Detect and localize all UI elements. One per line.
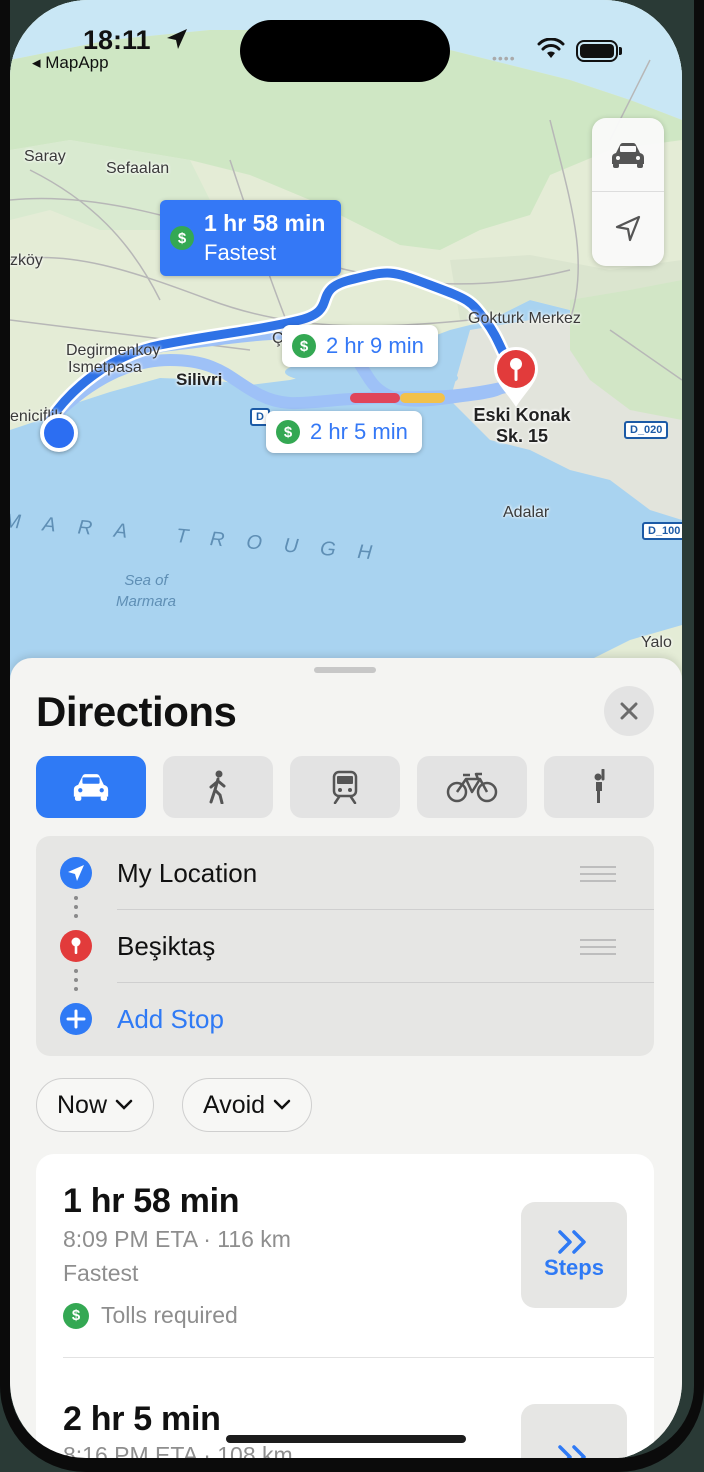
place-label: Saray [24,148,66,165]
pin-icon [60,930,92,962]
destination-pin-icon[interactable] [492,345,540,409]
place-label: Silivri [176,370,223,389]
map-mode-button[interactable] [592,118,664,191]
mode-drive-button[interactable] [36,756,146,818]
toll-icon: $ [292,334,316,358]
mode-ride-button[interactable] [544,756,654,818]
road-shield: D_020 [624,421,669,439]
mode-transit-button[interactable] [290,756,400,818]
location-arrow-icon [60,857,92,889]
cellular-signal-icon: •••• [492,50,516,66]
route-eta: 8:09 PM ETA · 116 km [63,1226,291,1252]
route-duration: 1 hr 58 min [63,1182,240,1220]
car-icon [612,142,644,168]
chevron-down-icon [273,1099,291,1110]
toll-notice: $ Tolls required [63,1302,238,1329]
route-option[interactable]: 2 hr 5 min 8:16 PM ETA · 108 km [36,1358,654,1460]
route-results: 1 hr 58 min 8:09 PM ETA · 116 km Fastest… [36,1154,654,1460]
train-icon [332,770,358,804]
transport-mode-selector [36,756,656,818]
wifi-icon [537,38,565,58]
route-callout-duration: 1 hr 58 min [204,210,326,236]
route-option[interactable]: 1 hr 58 min 8:09 PM ETA · 116 km Fastest… [36,1154,654,1354]
toll-icon: $ [63,1302,89,1329]
sheet-grabber[interactable] [314,667,376,673]
battery-icon [576,40,618,62]
map-view[interactable]: Saray Sefaalan zköy Degirmenkoy Ismetpas… [10,0,682,690]
destination-label: Eski Konak Sk. 15 [473,405,571,446]
dynamic-island [240,20,450,82]
steps-label: Steps [544,1255,604,1280]
map-controls [592,118,664,266]
add-stop-label: Add Stop [117,1004,224,1034]
place-label: Degirmenkoy [66,342,161,359]
waypoint-label: Beşiktaş [117,931,216,961]
location-services-icon [167,29,187,49]
route-callout-alt-2[interactable]: $ 2 hr 5 min [266,411,422,453]
toll-label: Tolls required [101,1302,238,1328]
route-callout-note: Fastest [204,240,277,265]
sea-label: Sea of Marmara [116,572,177,610]
status-time: 18:11 [83,25,151,55]
waypoints-list: My Location Beşiktaş Add Stop [36,836,654,1056]
add-stop-button[interactable]: Add Stop [36,982,654,1055]
toll-icon: $ [276,420,300,444]
location-arrow-icon [615,215,641,241]
route-callout-alt-1[interactable]: $ 2 hr 9 min [282,325,438,367]
mode-cycle-button[interactable] [417,756,527,818]
recenter-button[interactable] [592,192,664,265]
now-dropdown[interactable]: Now [36,1078,155,1132]
reorder-handle-icon[interactable] [580,866,616,887]
phone-screen: Saray Sefaalan zköy Degirmenkoy Ismetpas… [10,0,682,1460]
sheet-title: Directions [36,688,237,735]
place-label: Gokturk Merkez [468,310,581,327]
chevron-double-right-icon [558,1445,586,1460]
plus-icon [60,1003,92,1035]
route-duration: 2 hr 5 min [63,1400,221,1438]
chevron-double-right-icon [558,1230,586,1254]
route-callout-fastest[interactable]: $ 1 hr 58 min Fastest [160,200,342,276]
route-callout-duration: 2 hr 9 min [326,333,424,358]
now-label: Now [57,1090,108,1119]
hailing-person-icon [594,769,605,803]
place-label: zköy [10,252,43,269]
home-indicator[interactable] [226,1435,466,1443]
current-location-dot [40,414,78,452]
route-callout-duration: 2 hr 5 min [310,419,408,444]
battery-tip [619,47,622,55]
close-icon [620,702,638,720]
place-label: Sefaalan [106,160,170,177]
place-label: Yalo [641,634,672,651]
route-tag: Fastest [63,1260,139,1286]
steps-button[interactable]: Steps [521,1202,627,1308]
avoid-dropdown[interactable]: Avoid [182,1078,313,1132]
bicycle-icon [446,772,498,803]
toll-icon: $ [170,226,194,250]
chevron-down-icon [115,1099,133,1110]
waypoint-destination[interactable]: Beşiktaş [36,909,654,982]
waypoint-origin[interactable]: My Location [36,836,654,909]
reorder-handle-icon[interactable] [580,939,616,960]
directions-sheet: Directions My Location Beşiktaş Add Stop… [10,658,682,1460]
steps-button[interactable] [521,1404,627,1460]
car-icon [73,774,109,801]
back-to-app-link[interactable]: ◂ MapApp [32,53,109,73]
walking-person-icon [209,770,226,804]
place-label: Ismetpasa [68,359,142,376]
mode-walk-button[interactable] [163,756,273,818]
close-button[interactable] [604,686,654,736]
avoid-label: Avoid [203,1090,266,1119]
route-eta: 8:16 PM ETA · 108 km [63,1442,293,1460]
waypoint-label: My Location [117,858,258,888]
road-shield: D_100 [642,522,682,540]
place-label: Adalar [503,504,550,521]
